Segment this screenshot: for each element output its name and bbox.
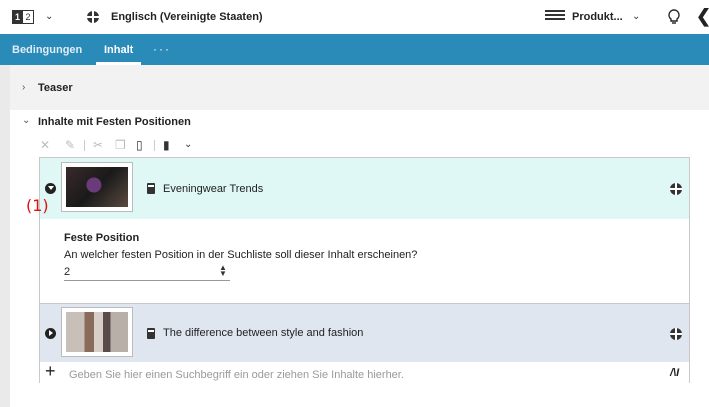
fixed-positions-title[interactable]: Inhalte mit Festen Positionen bbox=[38, 116, 191, 128]
list-item[interactable] bbox=[40, 158, 689, 219]
toolbar-divider bbox=[154, 140, 155, 151]
tab-more-button[interactable]: ··· bbox=[153, 42, 171, 56]
teaser-section-label[interactable]: Teaser bbox=[38, 82, 73, 94]
globe-icon bbox=[87, 11, 99, 23]
annotation-marker: (1) bbox=[26, 196, 49, 215]
fixed-position-input[interactable]: 2 bbox=[64, 264, 230, 281]
collapse-toggle-icon[interactable] bbox=[45, 183, 56, 194]
plus-icon[interactable]: + bbox=[45, 361, 56, 382]
item-title[interactable]: Eveningwear Trends bbox=[163, 183, 263, 195]
cut-icon[interactable]: ✂ bbox=[93, 138, 103, 152]
globe-icon bbox=[670, 328, 682, 340]
version-icon[interactable]: 1 2 bbox=[12, 10, 34, 24]
tab-bedingungen[interactable]: Bedingungen bbox=[12, 44, 82, 56]
library-icon[interactable]: /\I bbox=[670, 367, 679, 379]
product-label[interactable]: Produkt... bbox=[572, 11, 623, 23]
item-title[interactable]: The difference between style and fashion bbox=[163, 327, 363, 339]
search-input[interactable]: Geben Sie hier einen Suchbegriff ein ode… bbox=[69, 369, 404, 381]
document-icon bbox=[147, 328, 155, 339]
copy-icon[interactable]: ❐ bbox=[115, 138, 126, 152]
tab-inhalt[interactable]: Inhalt bbox=[104, 44, 133, 56]
paste-icon[interactable]: ▯ bbox=[136, 138, 143, 152]
close-icon[interactable]: ✕ bbox=[40, 138, 50, 152]
chevron-down-icon[interactable]: ⌄ bbox=[45, 11, 53, 22]
thumbnail-image bbox=[61, 307, 133, 357]
expand-toggle-icon[interactable] bbox=[45, 328, 56, 339]
globe-icon bbox=[670, 183, 682, 195]
teaser-chevron-right-icon[interactable]: › bbox=[22, 82, 25, 93]
add-chevron-down-icon[interactable]: ⌄ bbox=[184, 139, 192, 150]
toolbar-divider bbox=[84, 140, 85, 151]
add-document-icon[interactable]: ▮ bbox=[163, 138, 170, 152]
fixed-position-question: An welcher festen Position in der Suchli… bbox=[64, 249, 418, 261]
language-label[interactable]: Englisch (Vereinigte Staaten) bbox=[111, 11, 263, 23]
list-item[interactable] bbox=[40, 303, 689, 362]
panel-chevron-down-icon[interactable]: ⌄ bbox=[22, 115, 30, 126]
version-icon-a: 1 bbox=[12, 10, 23, 24]
lightbulb-icon[interactable] bbox=[668, 9, 680, 25]
thumbnail-image bbox=[61, 162, 133, 212]
product-icon bbox=[545, 10, 565, 24]
edit-icon[interactable]: ✎ bbox=[65, 138, 75, 152]
back-icon[interactable]: ❮ bbox=[696, 6, 709, 27]
document-icon bbox=[147, 183, 155, 194]
product-chevron-down-icon[interactable]: ⌄ bbox=[632, 11, 640, 22]
version-icon-b: 2 bbox=[23, 10, 34, 24]
left-strip bbox=[0, 65, 10, 407]
spinner-icon[interactable]: ▲ ▼ bbox=[219, 264, 227, 278]
fixed-position-title: Feste Position bbox=[64, 232, 140, 244]
